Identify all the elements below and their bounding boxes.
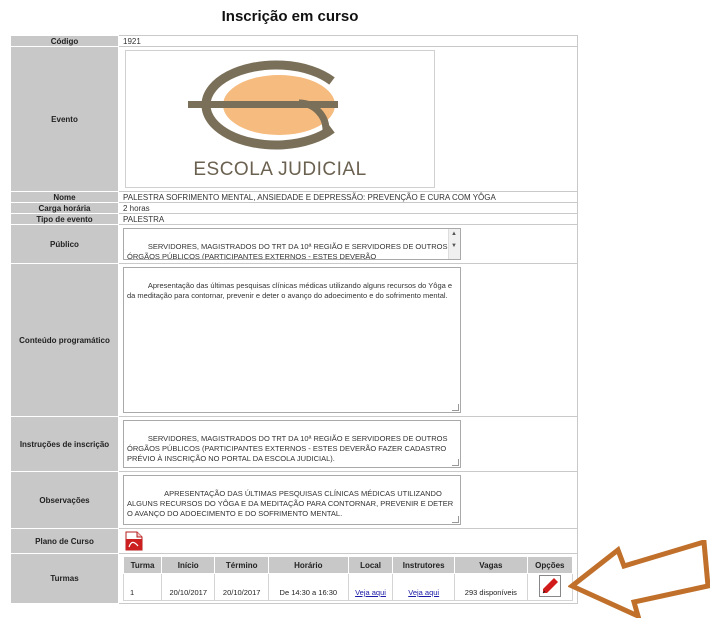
scroll-up-icon[interactable]: ▲ xyxy=(451,231,457,237)
publico-cell: SERVIDORES, MAGISTRADOS DO TRT DA 10ª RE… xyxy=(118,224,578,264)
local-link[interactable]: Veja aqui xyxy=(355,588,386,597)
value-tipo-evento: PALESTRA xyxy=(118,213,578,225)
col-opcoes: Opções xyxy=(526,556,574,574)
cell-termino: 20/10/2017 xyxy=(214,573,269,601)
observacoes-cell: APRESENTAÇÃO DAS ÚLTIMAS PESQUISAS CLÍNI… xyxy=(118,471,578,529)
pdf-icon[interactable] xyxy=(125,531,143,551)
instrucoes-textarea[interactable]: SERVIDORES, MAGISTRADOS DO TRT DA 10ª RE… xyxy=(123,420,461,468)
evento-cell: ESCOLA JUDICIAL xyxy=(118,46,578,192)
conteudo-textarea[interactable]: Apresentação das últimas pesquisas clíni… xyxy=(123,267,461,413)
scroll-down-icon[interactable]: ▼ xyxy=(451,243,457,249)
cell-vagas: 293 disponíveis xyxy=(454,573,528,601)
cell-opcoes xyxy=(526,573,574,601)
label-instrucoes: Instruções de inscrição xyxy=(10,416,119,472)
logo-text: ESCOLA JUDICIAL xyxy=(193,159,367,180)
resize-grip-icon[interactable] xyxy=(452,404,459,411)
observacoes-textarea[interactable]: APRESENTAÇÃO DAS ÚLTIMAS PESQUISAS CLÍNI… xyxy=(123,475,461,525)
publico-text: SERVIDORES, MAGISTRADOS DO TRT DA 10ª RE… xyxy=(127,242,448,260)
observacoes-text: APRESENTAÇÃO DAS ÚLTIMAS PESQUISAS CLÍNI… xyxy=(127,489,456,518)
resize-grip-icon[interactable] xyxy=(452,516,459,523)
label-evento: Evento xyxy=(10,46,119,192)
label-conteudo: Conteúdo programático xyxy=(10,263,119,417)
conteudo-cell: Apresentação das últimas pesquisas clíni… xyxy=(118,263,578,417)
col-instrutores: Instrutores xyxy=(392,556,456,574)
col-termino: Término xyxy=(214,556,269,574)
publico-scrollbar[interactable]: ▲ ▼ xyxy=(448,229,460,259)
value-codigo: 1921 xyxy=(118,35,578,47)
conteudo-text: Apresentação das últimas pesquisas clíni… xyxy=(127,281,455,300)
label-nome: Nome xyxy=(10,191,119,203)
col-turma: Turma xyxy=(122,556,163,574)
label-carga-horaria: Carga horária xyxy=(10,202,119,214)
instrucoes-cell: SERVIDORES, MAGISTRADOS DO TRT DA 10ª RE… xyxy=(118,416,578,472)
cell-local: Veja aqui xyxy=(347,573,394,601)
label-turmas: Turmas xyxy=(10,553,119,604)
resize-grip-icon[interactable] xyxy=(452,459,459,466)
table-row: 1 20/10/2017 20/10/2017 De 14:30 a 16:30… xyxy=(122,573,574,601)
turmas-cell: Turma Início Término Horário Local Instr… xyxy=(118,553,578,604)
col-horario: Horário xyxy=(267,556,349,574)
cell-inicio: 20/10/2017 xyxy=(161,573,216,601)
label-publico: Público xyxy=(10,224,119,264)
pencil-edit-icon xyxy=(542,578,558,594)
turmas-table: Turma Início Término Horário Local Instr… xyxy=(122,556,574,601)
arrow-left-icon xyxy=(568,540,710,618)
instrucoes-text: SERVIDORES, MAGISTRADOS DO TRT DA 10ª RE… xyxy=(127,434,450,463)
cell-instrutores: Veja aqui xyxy=(392,573,456,601)
cell-turma: 1 xyxy=(122,573,163,601)
col-vagas: Vagas xyxy=(454,556,528,574)
publico-textarea[interactable]: SERVIDORES, MAGISTRADOS DO TRT DA 10ª RE… xyxy=(123,228,461,260)
label-tipo-evento: Tipo de evento xyxy=(10,213,119,225)
value-nome: PALESTRA SOFRIMENTO MENTAL, ANSIEDADE E … xyxy=(118,191,578,203)
plano-cell xyxy=(118,528,578,554)
event-logo: ESCOLA JUDICIAL xyxy=(125,50,435,188)
label-codigo: Código xyxy=(10,35,119,47)
label-observacoes: Observações xyxy=(10,471,119,529)
col-inicio: Início xyxy=(161,556,216,574)
label-plano-curso: Plano de Curso xyxy=(10,528,119,554)
instrutores-link[interactable]: Veja aqui xyxy=(408,588,439,597)
col-local: Local xyxy=(347,556,394,574)
cell-horario: De 14:30 a 16:30 xyxy=(267,573,349,601)
value-carga-horaria: 2 horas xyxy=(118,202,578,214)
page-title: Inscrição em curso xyxy=(221,8,359,25)
course-details-table: Código 1921 Evento ESCOLA JUDICIAL Nome … xyxy=(10,35,578,604)
edit-button[interactable] xyxy=(538,575,561,597)
